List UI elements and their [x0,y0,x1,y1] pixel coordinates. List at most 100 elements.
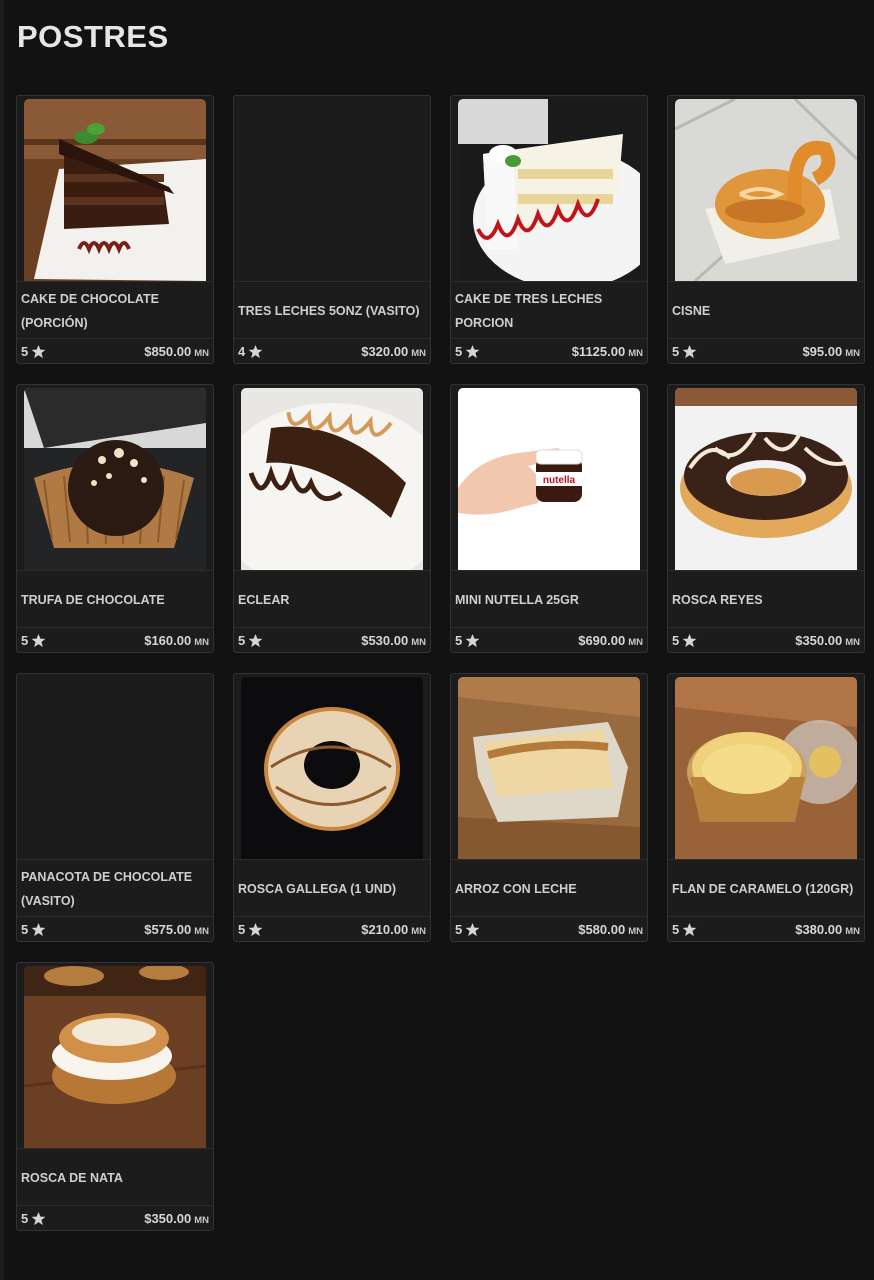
product-rating: 5 [21,633,46,648]
product-price: $1125.00 MN [572,344,643,359]
rating-value: 5 [21,921,29,937]
price-value: $580.00 [578,921,626,937]
price-value: $380.00 [795,921,843,937]
product-price: $575.00 MN [144,922,209,937]
price-currency: MN [411,925,426,937]
product-rating: 5 [21,922,46,937]
product-price: $160.00 MN [144,633,209,648]
rating-value: 5 [672,921,680,937]
card-footer: 5 $350.00 MN [668,627,864,652]
product-card[interactable]: TRES LECHES 5ONZ (VASITO) 4 $320.00 MN [233,95,431,364]
product-name: ECLEAR [238,592,290,607]
price-value: $210.00 [361,921,409,937]
product-card[interactable]: CAKE DE CHOCOLATE (PORCIÓN) 5 $850.00 MN [16,95,214,364]
product-rating: 5 [238,633,263,648]
product-name: ROSCA GALLEGA (1 UND) [238,881,397,896]
product-image[interactable] [24,388,206,570]
product-name: TRES LECHES 5ONZ (VASITO) [238,303,420,318]
product-image[interactable] [675,99,857,281]
card-footer: 5 $850.00 MN [17,338,213,363]
product-image[interactable] [24,99,206,281]
price-currency: MN [845,636,860,648]
section-title: POSTRES [17,19,169,54]
rating-value: 5 [21,632,29,648]
product-card[interactable]: FLAN DE CARAMELO (120GR) 5 $380.00 MN [667,673,865,942]
product-name: FLAN DE CARAMELO (120GR) [672,881,854,896]
product-rating: 5 [672,633,697,648]
rating-value: 5 [238,632,246,648]
price-currency: MN [194,1214,209,1226]
product-price: $850.00 MN [144,344,209,359]
card-footer: 5 $1125.00 MN [451,338,647,363]
product-card[interactable]: ARROZ CON LECHE 5 $580.00 MN [450,673,648,942]
card-footer: 5 $380.00 MN [668,916,864,941]
left-edge-strip [0,0,4,1280]
price-value: $350.00 [795,632,843,648]
product-card[interactable]: ROSCA GALLEGA (1 UND) 5 $210.00 MN [233,673,431,942]
product-card[interactable]: TRUFA DE CHOCOLATE 5 $160.00 MN [16,384,214,653]
star-icon [465,344,480,358]
rating-value: 5 [21,1210,29,1226]
product-card[interactable]: PANACOTA DE CHOCOLATE (VASITO) 5 $575.00 MN [16,673,214,942]
product-image[interactable] [675,388,857,570]
product-grid: CAKE DE CHOCOLATE (PORCIÓN) 5 $850.00 MN TRE… [16,95,866,1231]
price-currency: MN [628,925,643,937]
star-icon [31,633,46,647]
product-name: ARROZ CON LECHE [455,881,577,896]
price-currency: MN [411,636,426,648]
price-currency: MN [845,347,860,359]
star-icon [682,344,697,358]
product-image[interactable] [241,388,423,570]
rating-value: 5 [455,632,463,648]
star-icon [465,633,480,647]
price-currency: MN [628,636,643,648]
product-image[interactable] [458,677,640,859]
product-name: ROSCA REYES [672,592,763,607]
rating-value: 5 [455,921,463,937]
product-card[interactable]: ROSCA DE NATA 5 $350.00 MN [16,962,214,1231]
star-icon [31,1211,46,1225]
svg-text:nutella: nutella [543,475,576,486]
price-value: $690.00 [578,632,626,648]
product-rating: 4 [238,344,263,359]
star-icon [682,633,697,647]
star-icon [682,922,697,936]
product-card[interactable]: ROSCA REYES 5 $350.00 MN [667,384,865,653]
product-card[interactable]: ECLEAR 5 $530.00 MN [233,384,431,653]
product-rating: 5 [672,922,697,937]
product-image[interactable] [241,677,423,859]
product-price: $350.00 MN [795,633,860,648]
product-rating: 5 [455,633,480,648]
price-value: $350.00 [144,1210,192,1226]
product-image[interactable]: nutella [458,388,640,570]
star-icon [248,633,263,647]
price-value: $575.00 [144,921,192,937]
product-image-placeholder[interactable] [24,677,206,859]
product-card[interactable]: nutella MINI NUTELLA 25GR 5 $690.00 MN [450,384,648,653]
product-name: PANACOTA DE CHOCOLATE (VASITO) [21,869,193,908]
product-image[interactable] [24,966,206,1148]
product-rating: 5 [238,922,263,937]
card-footer: 4 $320.00 MN [234,338,430,363]
product-image[interactable] [458,99,640,281]
rating-value: 5 [455,343,463,359]
product-price: $690.00 MN [578,633,643,648]
price-value: $1125.00 [571,343,626,359]
product-rating: 5 [455,922,480,937]
product-card[interactable]: CISNE 5 $95.00 MN [667,95,865,364]
product-price: $380.00 MN [795,922,860,937]
rating-value: 5 [672,343,680,359]
product-price: $210.00 MN [361,922,426,937]
price-value: $320.00 [361,343,409,359]
product-card[interactable]: CAKE DE TRES LECHES PORCION 5 $1125.00 MN [450,95,648,364]
product-price: $580.00 MN [578,922,643,937]
rating-value: 5 [672,632,680,648]
product-image-placeholder[interactable] [241,99,423,281]
price-value: $95.00 [802,343,843,359]
card-footer: 5 $350.00 MN [17,1205,213,1230]
product-rating: 5 [21,344,46,359]
product-image[interactable] [675,677,857,859]
card-footer: 5 $580.00 MN [451,916,647,941]
star-icon [465,922,480,936]
product-rating: 5 [21,1211,46,1226]
